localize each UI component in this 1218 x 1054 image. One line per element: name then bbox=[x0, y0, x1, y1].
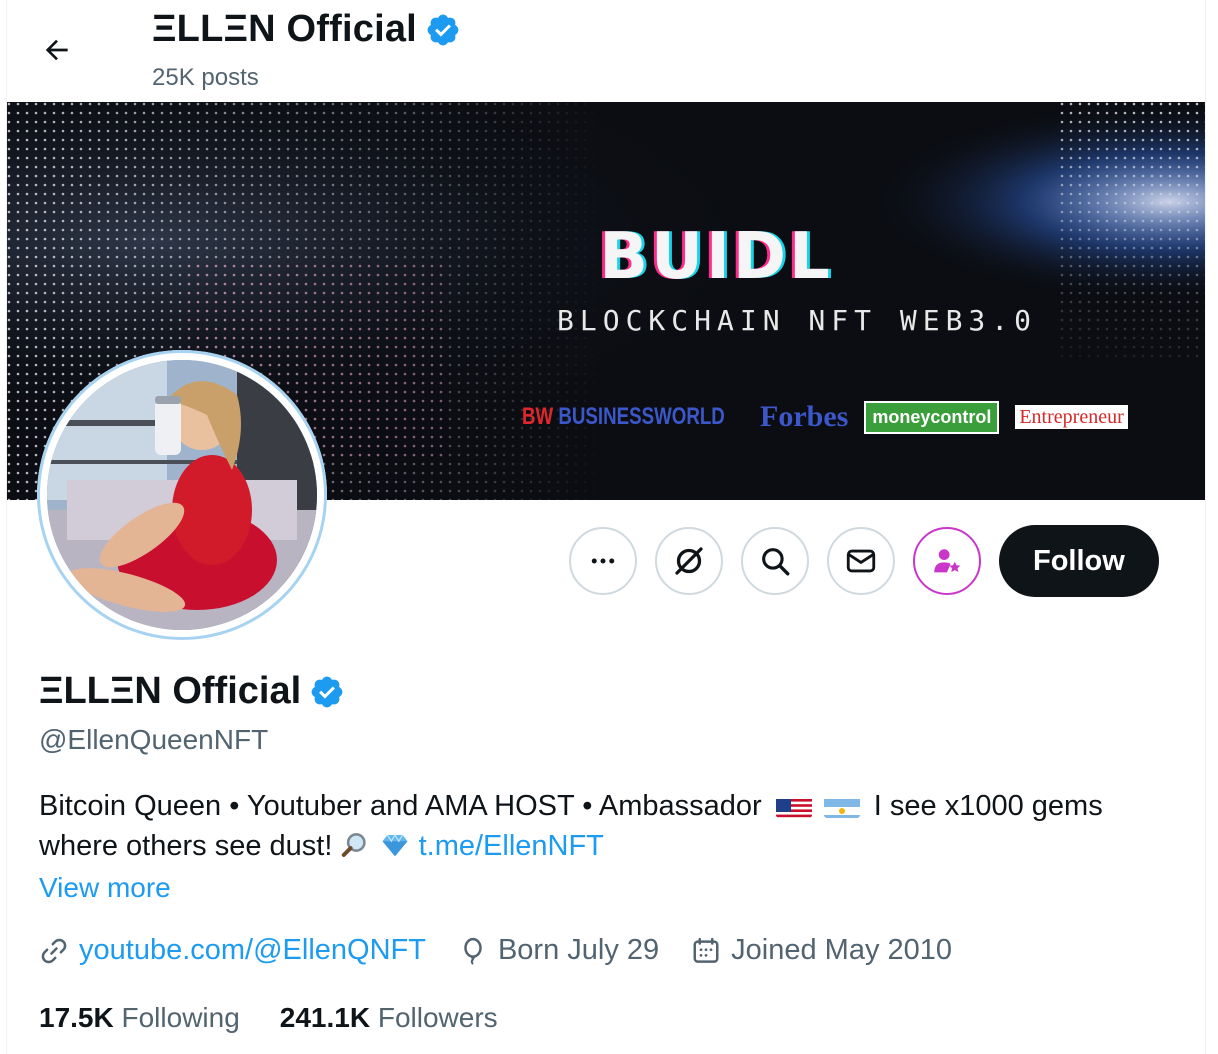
profile-bio: Bitcoin Queen • Youtuber and AMA HOST • … bbox=[39, 786, 1179, 866]
joined-text: Joined May 2010 bbox=[731, 934, 953, 966]
more-icon bbox=[591, 558, 615, 564]
follow-stats: 17.5K Following 241.1K Followers bbox=[39, 1002, 498, 1034]
telegram-link[interactable]: t.me/EllenNFT bbox=[419, 830, 604, 862]
following-label: Following bbox=[121, 1002, 240, 1033]
view-more-link[interactable]: View more bbox=[39, 872, 171, 904]
profile-avatar[interactable] bbox=[37, 350, 327, 640]
following-stat[interactable]: 17.5K Following bbox=[39, 1002, 240, 1034]
birthday-item: Born July 29 bbox=[458, 934, 659, 967]
verified-badge-icon bbox=[427, 14, 459, 45]
us-flag-icon bbox=[775, 794, 812, 818]
follow-button[interactable]: Follow bbox=[999, 525, 1159, 597]
message-button[interactable] bbox=[827, 527, 895, 595]
profile-page: ΞLLΞN Official 25K posts BUIDL BLOCKCHAI… bbox=[6, 0, 1206, 1054]
businessworld-logo: BW BUSINESSWORLD bbox=[522, 403, 725, 430]
back-button[interactable] bbox=[35, 28, 79, 72]
search-icon bbox=[762, 548, 790, 576]
argentina-flag-icon bbox=[823, 794, 860, 818]
birthday-text: Born July 29 bbox=[497, 934, 660, 966]
link-icon bbox=[41, 938, 67, 963]
followers-count: 241.1K bbox=[279, 1002, 371, 1033]
avatar-photo bbox=[47, 360, 317, 630]
website-link[interactable]: youtube.com/@EllenQNFT bbox=[79, 934, 426, 967]
profile-header: ΞLLΞN Official 25K posts bbox=[7, 0, 1205, 102]
verified-badge-icon[interactable] bbox=[309, 674, 345, 710]
followers-label: Followers bbox=[377, 1002, 498, 1033]
arrow-left-icon bbox=[45, 39, 68, 61]
subscribe-button[interactable] bbox=[913, 527, 981, 595]
magnifier-emoji-icon bbox=[340, 830, 378, 862]
forbes-logo: Forbes bbox=[760, 400, 849, 433]
profile-meta: youtube.com/@EllenQNFT Born July 29 Join… bbox=[39, 934, 952, 967]
moneycontrol-logo: moneycontrol bbox=[864, 400, 1000, 434]
more-button[interactable] bbox=[569, 527, 637, 595]
following-count: 17.5K bbox=[39, 1002, 114, 1033]
envelope-icon bbox=[846, 549, 876, 573]
profile-handle: @EllenQueenNFT bbox=[39, 724, 269, 755]
followers-stat[interactable]: 241.1K Followers bbox=[280, 1002, 498, 1034]
banner-press-logos: BW BUSINESSWORLD Forbes moneycontrol Ent… bbox=[522, 400, 1128, 434]
website-item: youtube.com/@EllenQNFT bbox=[39, 934, 426, 967]
profile-display-name: ΞLLΞN Official bbox=[39, 670, 302, 712]
grok-icon bbox=[675, 547, 703, 575]
gem-emoji-icon bbox=[379, 830, 419, 862]
header-post-count: 25K posts bbox=[152, 64, 259, 91]
header-display-name: ΞLLΞN Official bbox=[152, 8, 417, 50]
profile-actions: Follow bbox=[569, 525, 1159, 597]
entrepreneur-logo: Entrepreneur bbox=[1015, 405, 1128, 429]
search-profile-button[interactable] bbox=[741, 527, 809, 595]
banner-headline: BUIDL bbox=[599, 220, 833, 294]
banner-tagline: BLOCKCHAIN NFT WEB3.0 bbox=[557, 304, 1038, 337]
balloon-icon bbox=[464, 937, 482, 965]
profile-name-row: ΞLLΞN Official bbox=[39, 670, 345, 713]
bio-text-part1: Bitcoin Queen • Youtuber and AMA HOST • … bbox=[39, 790, 762, 822]
header-title: ΞLLΞN Official bbox=[152, 8, 461, 51]
subscribe-person-star-icon bbox=[934, 549, 961, 573]
calendar-icon bbox=[693, 937, 719, 963]
grok-button[interactable] bbox=[655, 527, 723, 595]
joined-item: Joined May 2010 bbox=[691, 934, 952, 967]
